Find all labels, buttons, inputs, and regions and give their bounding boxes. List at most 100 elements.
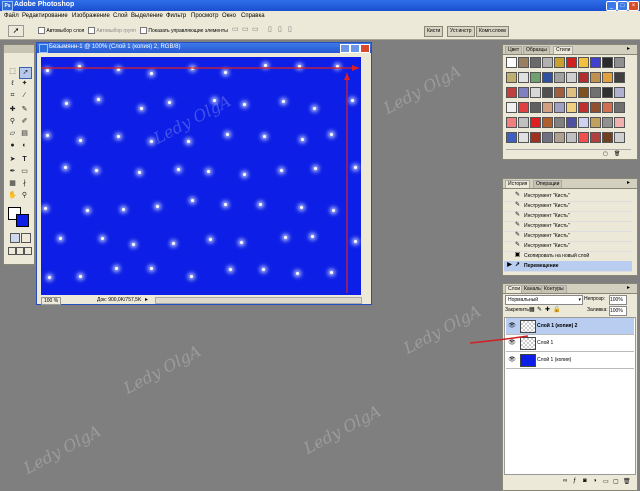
history-brush-icon[interactable]: ✐ xyxy=(19,117,30,127)
healing-brush-icon[interactable]: ✚ xyxy=(7,105,18,115)
layer-row[interactable]: 👁 Слой 1 xyxy=(506,335,634,352)
standard-mode-icon[interactable] xyxy=(10,233,20,243)
lock-position-icon[interactable]: ✚ xyxy=(545,306,550,313)
style-swatch[interactable] xyxy=(614,72,625,83)
style-swatch[interactable] xyxy=(590,57,601,68)
blend-mode-select[interactable]: Нормальный ▾ xyxy=(505,295,583,305)
style-swatch[interactable] xyxy=(566,87,577,98)
adjustment-layer-icon[interactable]: ◑ xyxy=(593,478,597,484)
type-tool-icon[interactable]: T xyxy=(19,155,30,165)
align-bottom-icon[interactable]: ▭ xyxy=(252,25,259,33)
opacity-input[interactable]: 100% xyxy=(609,295,627,305)
style-swatch[interactable] xyxy=(506,117,517,128)
tab-paths[interactable]: Контуры xyxy=(541,285,567,293)
menu-edit[interactable]: Редактирование xyxy=(22,13,68,19)
lasso-icon[interactable]: ℓ xyxy=(7,79,18,89)
style-swatch[interactable] xyxy=(530,57,541,68)
screen-mode-2-icon[interactable] xyxy=(16,247,24,255)
style-swatch[interactable] xyxy=(542,117,553,128)
style-swatch[interactable] xyxy=(506,102,517,113)
style-swatch[interactable] xyxy=(614,132,625,143)
style-swatch[interactable] xyxy=(506,72,517,83)
style-swatch[interactable] xyxy=(542,57,553,68)
auto-select-groups-checkbox[interactable] xyxy=(88,27,95,34)
style-swatch[interactable] xyxy=(602,102,613,113)
layer-row-selected[interactable]: 👁 Слой 1 (копия) 2 xyxy=(506,318,634,335)
style-swatch[interactable] xyxy=(530,87,541,98)
style-swatch[interactable] xyxy=(506,57,517,68)
tab-actions[interactable]: Операции xyxy=(533,180,563,188)
style-swatch[interactable] xyxy=(518,87,529,98)
style-swatch[interactable] xyxy=(554,57,565,68)
tab-layer-comps[interactable]: Комп.слоев xyxy=(476,26,509,37)
style-swatch[interactable] xyxy=(554,72,565,83)
style-swatch[interactable] xyxy=(518,132,529,143)
maximize-icon[interactable]: □ xyxy=(617,1,628,11)
style-swatch[interactable] xyxy=(590,117,601,128)
eye-icon[interactable]: 👁 xyxy=(508,322,516,330)
quick-mask-icon[interactable] xyxy=(21,233,31,243)
clone-stamp-icon[interactable]: ⚲ xyxy=(7,117,18,127)
new-style-icon[interactable]: ▢ xyxy=(603,151,608,157)
menu-image[interactable]: Изображение xyxy=(72,13,110,19)
magic-wand-icon[interactable]: ✦ xyxy=(19,79,30,89)
style-swatch[interactable] xyxy=(578,72,589,83)
style-swatch[interactable] xyxy=(566,72,577,83)
layer-row[interactable]: 👁 Слой 1 (копия) xyxy=(506,352,634,369)
shape-icon[interactable]: ▭ xyxy=(19,167,30,177)
eyedropper-icon[interactable]: ∤ xyxy=(19,179,30,189)
style-swatch[interactable] xyxy=(530,117,541,128)
style-swatch[interactable] xyxy=(602,132,613,143)
style-swatch[interactable] xyxy=(554,87,565,98)
delete-style-icon[interactable]: 🗑 xyxy=(614,151,620,157)
style-swatch[interactable] xyxy=(590,132,601,143)
menu-view[interactable]: Просмотр xyxy=(191,13,218,19)
panel-menu-icon[interactable]: ▸ xyxy=(627,45,630,52)
auto-select-layer-checkbox[interactable] xyxy=(38,27,45,34)
menu-layer[interactable]: Слой xyxy=(113,13,128,19)
style-swatch[interactable] xyxy=(602,117,613,128)
show-transform-controls-option[interactable]: Показать управляющие элементы xyxy=(140,27,228,34)
style-swatch[interactable] xyxy=(578,57,589,68)
style-swatch[interactable] xyxy=(518,57,529,68)
align-center-icon[interactable]: ▯ xyxy=(278,25,282,33)
style-swatch[interactable] xyxy=(542,87,553,98)
align-middle-icon[interactable]: ▭ xyxy=(242,25,249,33)
style-swatch[interactable] xyxy=(542,72,553,83)
tab-history[interactable]: История xyxy=(505,180,531,188)
layer-mask-icon[interactable]: ◙ xyxy=(583,478,587,484)
new-layer-icon[interactable]: ▢ xyxy=(613,478,619,485)
style-swatch[interactable] xyxy=(602,57,613,68)
status-menu-icon[interactable]: ▸ xyxy=(145,296,148,303)
style-swatch[interactable] xyxy=(518,117,529,128)
tab-tool-presets[interactable]: Уст.инстр xyxy=(447,26,475,37)
tab-styles[interactable]: Стили xyxy=(553,46,574,54)
brush-icon[interactable]: ✎ xyxy=(19,105,30,115)
style-swatch[interactable] xyxy=(566,57,577,68)
history-row-current[interactable]: ▶ ➚ Перемещение xyxy=(504,261,632,272)
menu-file[interactable]: Файл xyxy=(4,13,19,19)
style-swatch[interactable] xyxy=(506,132,517,143)
style-swatch[interactable] xyxy=(614,87,625,98)
link-layers-icon[interactable]: ∞ xyxy=(563,478,567,484)
screen-mode-1-icon[interactable] xyxy=(8,247,16,255)
align-top-icon[interactable]: ▭ xyxy=(232,25,239,33)
lock-pixels-icon[interactable]: ✎ xyxy=(537,306,542,313)
style-swatch[interactable] xyxy=(566,132,577,143)
style-swatch[interactable] xyxy=(506,87,517,98)
delete-layer-icon[interactable]: 🗑 xyxy=(623,478,631,485)
background-color[interactable] xyxy=(16,214,29,227)
tab-color[interactable]: Цвет xyxy=(505,46,523,54)
menu-filter[interactable]: Фильтр xyxy=(166,13,186,19)
tab-swatches[interactable]: Образцы xyxy=(523,46,551,54)
style-swatch[interactable] xyxy=(566,102,577,113)
zoom-icon[interactable]: ⚲ xyxy=(19,191,30,201)
minimize-icon[interactable]: _ xyxy=(606,1,617,11)
lock-transparency-icon[interactable]: ▦ xyxy=(529,306,535,313)
dodge-icon[interactable]: ◐ xyxy=(19,141,30,151)
style-swatch[interactable] xyxy=(578,102,589,113)
menu-select[interactable]: Выделение xyxy=(131,13,163,19)
eye-icon[interactable]: 👁 xyxy=(508,339,516,347)
crop-icon[interactable]: ⌗ xyxy=(7,91,18,101)
new-group-icon[interactable]: ▭ xyxy=(603,478,609,485)
